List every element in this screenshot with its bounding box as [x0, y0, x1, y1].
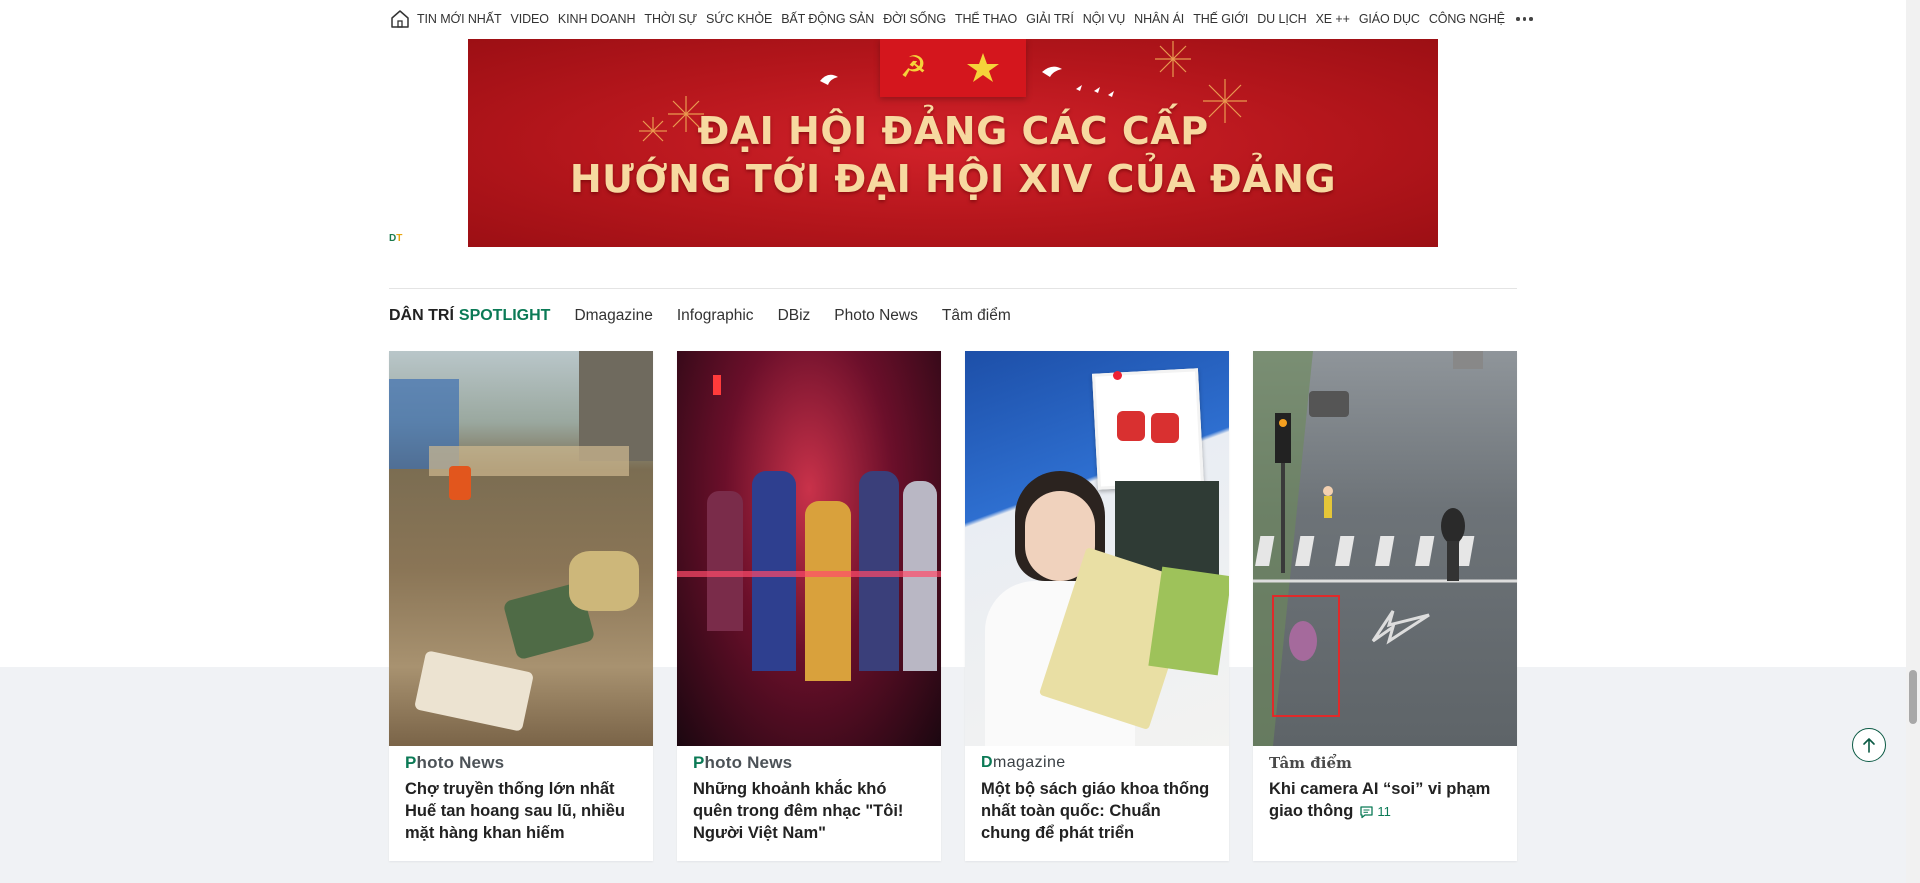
comment-count[interactable]: 11 — [1359, 801, 1391, 823]
spotlight-brand[interactable]: DÂN TRÍ — [389, 307, 454, 325]
top-navigation: TIN MỚI NHẤT VIDEO KINH DOANH THỜI SỰ SỨ… — [389, 0, 1533, 38]
flag-icon: ☭ — [880, 39, 1026, 97]
article-title[interactable]: Khi camera AI “soi” vi phạm giao thông 1… — [1269, 778, 1501, 823]
nav-item-cong-nghe[interactable]: CÔNG NGHỆ — [1429, 12, 1505, 26]
article-title[interactable]: Những khoảnh khắc khó quên trong đêm nhạ… — [693, 778, 925, 844]
nav-item-video[interactable]: VIDEO — [511, 12, 550, 26]
article-title[interactable]: Chợ truyền thống lớn nhất Huế tan hoang … — [405, 778, 637, 844]
tab-photo-news[interactable]: Photo News — [834, 307, 918, 325]
section-divider — [389, 288, 1517, 289]
tab-tam-diem[interactable]: Tâm điểm — [942, 307, 1011, 325]
nav-item-tin-moi-nhat[interactable]: TIN MỚI NHẤT — [417, 12, 502, 26]
article-card[interactable]: Tâm điểm Khi camera AI “soi” vi phạm gia… — [1253, 351, 1517, 861]
nav-item-the-thao[interactable]: THỂ THAO — [955, 12, 1017, 26]
article-image[interactable] — [965, 351, 1229, 746]
nav-item-bat-dong-san[interactable]: BẤT ĐỘNG SẢN — [781, 12, 874, 26]
article-image[interactable] — [677, 351, 941, 746]
scrollbar-thumb[interactable] — [1909, 670, 1917, 724]
article-image[interactable] — [1253, 351, 1517, 746]
banner-title-line2: HƯỚNG TỚI ĐẠI HỘI XIV CỦA ĐẢNG — [569, 157, 1337, 201]
tab-dbiz[interactable]: DBiz — [778, 307, 811, 325]
nav-item-kinh-doanh[interactable]: KINH DOANH — [558, 12, 636, 26]
nav-item-noi-vu[interactable]: NỘI VỤ — [1083, 12, 1126, 26]
nav-item-du-lich[interactable]: DU LỊCH — [1257, 12, 1306, 26]
scroll-to-top-button[interactable] — [1852, 728, 1886, 762]
nav-item-giao-duc[interactable]: GIÁO DỤC — [1359, 12, 1420, 26]
home-icon[interactable] — [389, 6, 411, 32]
nav-item-doi-song[interactable]: ĐỜI SỐNG — [883, 12, 946, 26]
arrow-up-icon — [1863, 738, 1875, 753]
footer-background — [0, 667, 1906, 883]
tab-infographic[interactable]: Infographic — [677, 307, 754, 325]
nav-item-the-gioi[interactable]: THẾ GIỚI — [1193, 12, 1248, 26]
svg-text:☭: ☭ — [900, 50, 927, 85]
article-card[interactable]: Photo News Những khoảnh khắc khó quên tr… — [677, 351, 941, 861]
nav-item-nhan-ai[interactable]: NHÂN ÁI — [1134, 12, 1184, 26]
nav-item-giai-tri[interactable]: GIẢI TRÍ — [1026, 12, 1074, 26]
nav-item-thoi-su[interactable]: THỜI SỰ — [644, 12, 697, 26]
more-dots-icon[interactable] — [1516, 17, 1533, 21]
banner-title-line1: ĐẠI HỘI ĐẢNG CÁC CẤP — [697, 109, 1209, 153]
event-banner[interactable]: ☭ ĐẠI HỘI ĐẢNG CÁC CẤP HƯỚNG TỚI ĐẠI HỘI… — [468, 39, 1438, 247]
article-card[interactable]: Photo News Chợ truyền thống lớn nhất Huế… — [389, 351, 653, 861]
comment-icon — [1360, 805, 1373, 818]
photo-news-badge: Photo News — [693, 753, 793, 772]
nav-item-xe[interactable]: XE ++ — [1316, 12, 1350, 26]
tab-dmagazine[interactable]: Dmagazine — [574, 307, 652, 325]
spotlight-header: DÂN TRÍ SPOTLIGHT Dmagazine Infographic … — [389, 305, 1011, 327]
article-title[interactable]: Một bộ sách giáo khoa thống nhất toàn qu… — [981, 778, 1213, 844]
nav-item-suc-khoe[interactable]: SỨC KHỎE — [706, 12, 772, 26]
article-image[interactable] — [389, 351, 653, 746]
article-card[interactable]: Dmagazine Một bộ sách giáo khoa thống nh… — [965, 351, 1229, 861]
ad-logo: DT — [389, 233, 403, 244]
spotlight-brand-accent[interactable]: SPOTLIGHT — [459, 307, 551, 325]
page: TIN MỚI NHẤT VIDEO KINH DOANH THỜI SỰ SỨ… — [0, 0, 1920, 883]
dmagazine-badge: Dmagazine — [981, 754, 1066, 771]
tam-diem-badge: Tâm điểm — [1269, 754, 1352, 772]
page-scrollbar[interactable] — [1906, 0, 1920, 883]
photo-news-badge: Photo News — [405, 753, 505, 772]
